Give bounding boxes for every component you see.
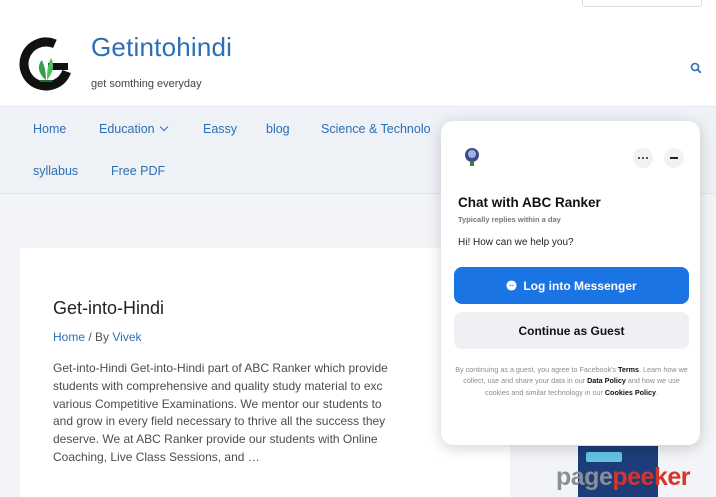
thumbnail-graphic bbox=[586, 452, 622, 462]
chat-avatar-icon bbox=[465, 148, 479, 166]
article-excerpt: Get-into-Hindi Get-into-Hindi part of AB… bbox=[53, 360, 463, 476]
minimize-button[interactable] bbox=[664, 148, 684, 168]
chat-greeting: Hi! How can we help you? bbox=[458, 237, 574, 248]
data-policy-link[interactable]: Data Policy bbox=[587, 376, 626, 385]
logo-icon[interactable] bbox=[18, 36, 74, 92]
watermark-part-1: page bbox=[556, 463, 613, 491]
nav-item-syllabus[interactable]: syllabus bbox=[33, 164, 78, 178]
nav-item-free-pdf[interactable]: Free PDF bbox=[111, 164, 165, 178]
nav-item-eassy[interactable]: Eassy bbox=[203, 122, 237, 136]
excerpt-line: students with comprehensive and quality … bbox=[53, 378, 383, 393]
search-icon[interactable] bbox=[690, 62, 702, 74]
top-bar bbox=[0, 0, 716, 12]
article-title[interactable]: Get-into-Hindi bbox=[53, 298, 164, 319]
article-card: Get-into-Hindi Home / By Vivek Get-into-… bbox=[20, 248, 510, 497]
more-icon bbox=[646, 157, 649, 160]
excerpt-line: and grow in every field necessary to thr… bbox=[53, 414, 386, 429]
more-icon bbox=[638, 157, 641, 160]
excerpt-line: various Competitive Examinations. We men… bbox=[53, 396, 382, 411]
excerpt-line: Get-into-Hindi Get-into-Hindi part of AB… bbox=[53, 361, 388, 375]
author-link[interactable]: Vivek bbox=[112, 330, 141, 344]
continue-as-guest-button[interactable]: Continue as Guest bbox=[454, 312, 689, 349]
messenger-button-label: Log into Messenger bbox=[523, 278, 637, 293]
guest-button-label: Continue as Guest bbox=[518, 323, 625, 338]
legal-notice: By continuing as a guest, you agree to F… bbox=[455, 364, 688, 398]
chat-title: Chat with ABC Ranker bbox=[458, 195, 601, 210]
watermark-part-2: peeker bbox=[612, 463, 690, 491]
nav-item-education[interactable]: Education bbox=[99, 122, 168, 136]
messenger-icon bbox=[506, 280, 517, 291]
chevron-down-icon bbox=[159, 122, 168, 132]
chat-widget: Chat with ABC Ranker Typically replies w… bbox=[441, 121, 700, 445]
site-title[interactable]: Getintohindi bbox=[91, 32, 232, 63]
cookies-policy-link[interactable]: Cookies Policy bbox=[605, 388, 656, 397]
terms-link[interactable]: Terms bbox=[618, 365, 639, 374]
top-bar-box bbox=[582, 0, 702, 7]
legal-text: By continuing as a guest, you agree to F… bbox=[455, 365, 618, 374]
article-meta: Home / By Vivek bbox=[53, 330, 142, 344]
nav-item-blog[interactable]: blog bbox=[266, 122, 290, 136]
nav-item-science-technology[interactable]: Science & Technolo bbox=[321, 122, 431, 136]
more-icon bbox=[642, 157, 645, 160]
site-tagline: get somthing everyday bbox=[91, 78, 202, 90]
nav-item-home[interactable]: Home bbox=[33, 122, 66, 136]
log-into-messenger-button[interactable]: Log into Messenger bbox=[454, 267, 689, 304]
breadcrumb-home-link[interactable]: Home bbox=[53, 330, 85, 344]
pagepeeker-watermark: pagepeeker bbox=[556, 463, 690, 492]
excerpt-line: deserve. We at ABC Ranker provide our st… bbox=[53, 432, 378, 447]
legal-text: . bbox=[656, 387, 658, 397]
minimize-icon bbox=[670, 157, 678, 159]
site-header: Getintohindi get somthing everyday bbox=[0, 12, 716, 106]
chat-subtitle: Typically replies within a day bbox=[458, 215, 561, 224]
nav-item-education-label: Education bbox=[99, 122, 155, 136]
excerpt-line: Coaching, Live Class Sessions, and … bbox=[53, 449, 260, 464]
meta-separator: / By bbox=[85, 330, 113, 344]
more-options-button[interactable] bbox=[633, 148, 653, 168]
